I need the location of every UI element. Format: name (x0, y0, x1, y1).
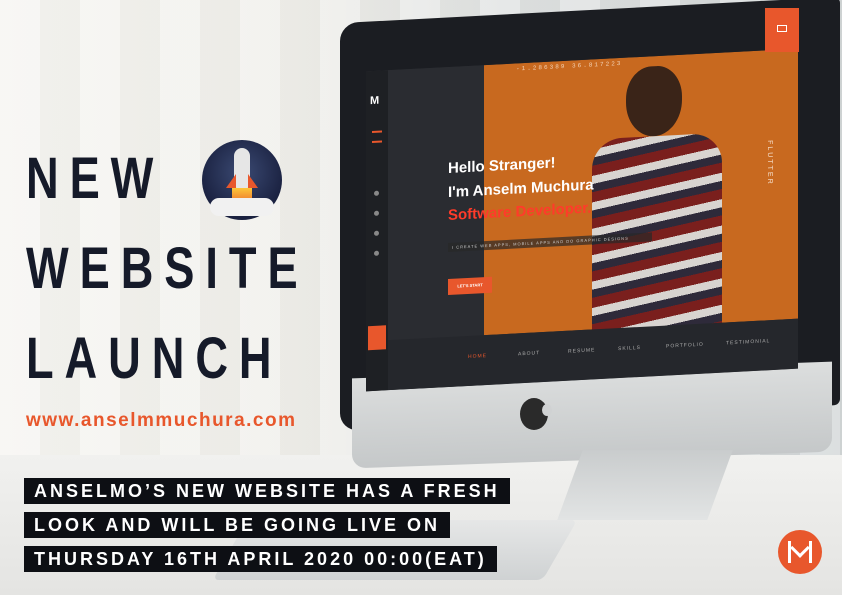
announcement-line-2: LOOK AND WILL BE GOING LIVE ON (24, 512, 451, 538)
nav-item-testimonial[interactable]: TESTIMONIAL (726, 338, 770, 346)
announcement-line-3: THURSDAY 16TH APRIL 2020 00:00(EAT) (24, 546, 497, 572)
hero-greeting: Hello Stranger! I'm Anselm Muchura (448, 149, 594, 205)
announcement-line-1: ANSELMO’S NEW WEBSITE HAS A FRESH (24, 478, 510, 504)
hamburger-icon[interactable] (372, 130, 382, 144)
nav-item-about[interactable]: ABOUT (518, 350, 540, 357)
rocket-fin-right (248, 174, 258, 188)
side-word-flutter: FLUTTER (766, 139, 773, 186)
website-screen: M -1.286389 36.817223 Hello Stranger! I'… (366, 48, 798, 392)
nav-item-home[interactable]: HOME (468, 353, 487, 360)
developer-portrait (592, 63, 722, 332)
headline-launch: LAUNCH (26, 326, 283, 391)
brand-logo-icon (778, 530, 822, 574)
headline-website: WEBSITE (26, 236, 309, 301)
apple-icon (520, 398, 552, 430)
social-icon[interactable] (374, 230, 379, 236)
headline-new: NEW (26, 146, 165, 211)
monitor-stand (557, 450, 733, 520)
screen-sidebar: M (366, 70, 388, 392)
website-url[interactable]: www.anselmmuchura.com (26, 410, 296, 432)
social-icon[interactable] (374, 210, 379, 216)
rocket-smoke (210, 198, 274, 216)
rocket-icon (202, 140, 282, 220)
lets-start-button[interactable]: LET'S START (448, 276, 492, 296)
rocket-fin-left (226, 174, 236, 188)
social-icon[interactable] (374, 250, 379, 256)
nav-item-skills[interactable]: SKILLS (618, 345, 641, 352)
social-icon[interactable] (374, 190, 379, 196)
nav-item-resume[interactable]: RESUME (568, 347, 595, 354)
portrait-head (626, 64, 682, 138)
site-logo-icon[interactable]: M (370, 95, 379, 107)
mail-icon[interactable] (765, 8, 799, 52)
sidebar-accent-button[interactable] (368, 325, 386, 351)
portrait-sweater (592, 132, 722, 332)
nav-item-portfolio[interactable]: PORTFOLIO (666, 342, 704, 350)
